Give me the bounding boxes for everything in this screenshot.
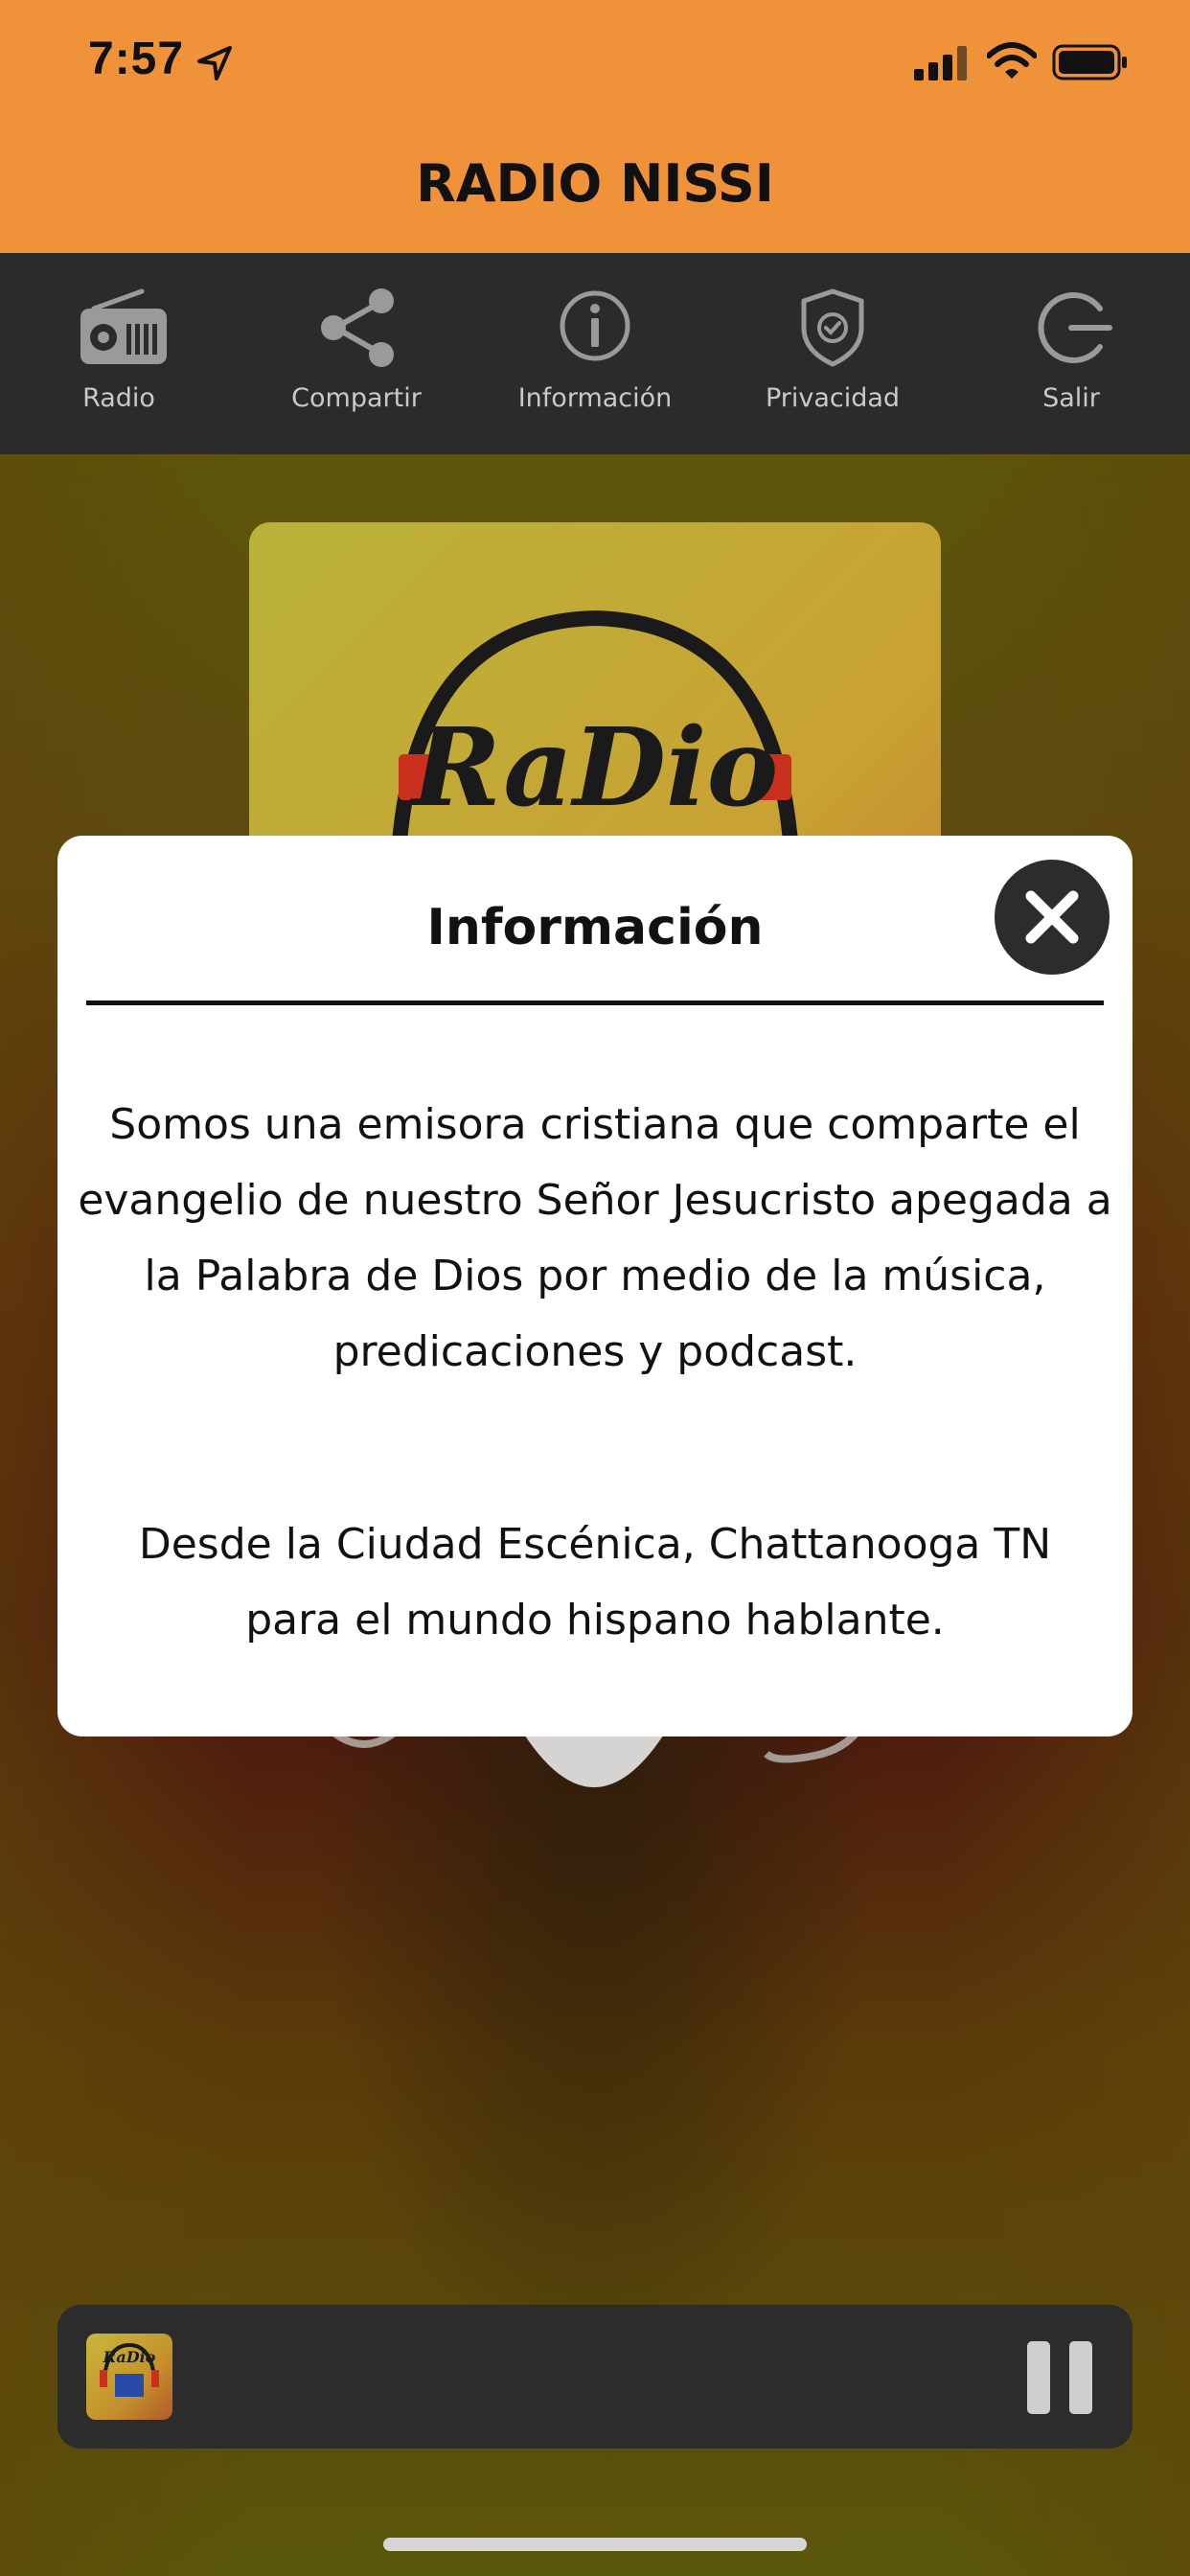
radio-icon bbox=[80, 288, 167, 364]
home-indicator bbox=[383, 2538, 807, 2551]
location-arrow-icon bbox=[197, 46, 232, 80]
nav-label-radio: Radio bbox=[82, 383, 155, 413]
nav-label-info: Información bbox=[517, 383, 673, 413]
pause-button[interactable] bbox=[1027, 2341, 1092, 2414]
nav-item-radio[interactable]: Radio bbox=[13, 253, 224, 454]
shield-icon bbox=[801, 288, 864, 367]
nav-item-privacy[interactable]: Privacidad bbox=[727, 253, 938, 454]
modal-title: Información bbox=[426, 899, 764, 956]
pause-icon-bar-left bbox=[1027, 2341, 1050, 2414]
nav-item-logout[interactable]: Salir bbox=[966, 253, 1177, 454]
nav-item-share[interactable]: Compartir bbox=[251, 253, 462, 454]
player-thumb-text: RaDio bbox=[103, 2348, 156, 2366]
nav-label-share: Compartir bbox=[291, 383, 422, 413]
signal-icon bbox=[914, 46, 967, 80]
player-logo-icon: RaDio bbox=[100, 2342, 159, 2397]
info-modal: Información Somos una emisora cristiana … bbox=[57, 836, 1133, 1736]
share-icon bbox=[321, 288, 394, 367]
battery-icon bbox=[1052, 44, 1127, 80]
status-time: 7:57 bbox=[88, 34, 185, 84]
wifi-icon bbox=[987, 42, 1037, 79]
app-title: RADIO NISSI bbox=[416, 153, 774, 214]
top-nav: Radio Compartir Información Privacidad S… bbox=[0, 253, 1190, 454]
player-thumbnail: RaDio bbox=[86, 2334, 172, 2420]
close-icon bbox=[1025, 890, 1079, 944]
modal-divider bbox=[86, 1000, 1104, 1005]
logout-icon bbox=[1038, 292, 1112, 363]
nav-label-privacy: Privacidad bbox=[765, 383, 901, 413]
close-button[interactable] bbox=[995, 860, 1110, 975]
pause-icon-bar-right bbox=[1069, 2341, 1092, 2414]
nav-label-logout: Salir bbox=[1042, 383, 1100, 413]
album-logo-text: RaDio bbox=[409, 705, 779, 831]
info-icon bbox=[560, 290, 630, 361]
nav-item-info[interactable]: Información bbox=[490, 253, 700, 454]
modal-paragraph-2: Desde la Ciudad Escénica, Chattanooga TN… bbox=[138, 1520, 1052, 1644]
mini-player[interactable]: RaDio bbox=[57, 2305, 1133, 2449]
modal-paragraph-1: Somos una emisora cristiana que comparte… bbox=[78, 1100, 1112, 1376]
